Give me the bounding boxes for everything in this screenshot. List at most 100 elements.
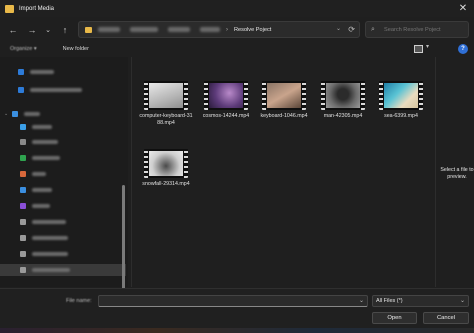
breadcrumb-current[interactable]: Resolve Poject: [234, 27, 271, 33]
sidebar-item[interactable]: [0, 184, 126, 196]
breadcrumb-blurred: [168, 27, 190, 32]
sidebar-item[interactable]: ⌄: [0, 108, 126, 120]
file-type-select[interactable]: All Files (*) ⌄: [372, 295, 469, 307]
folder-icon: [85, 26, 92, 33]
navigation-pane: ⌄: [0, 57, 128, 291]
video-thumbnail: [321, 81, 365, 110]
folder-icon: [5, 4, 14, 13]
drive-icon: [20, 219, 26, 225]
dialog-footer: File name: ⌄ All Files (*) ⌄ Open Cancel: [0, 288, 474, 333]
sidebar-item-selected[interactable]: [0, 264, 126, 276]
breadcrumb-blurred: [130, 27, 158, 32]
downloads-icon: [20, 155, 26, 161]
file-item[interactable]: keyboard-1046.mp4: [256, 81, 312, 120]
file-item[interactable]: man-42305.mp4: [315, 81, 371, 120]
sidebar-item[interactable]: [0, 152, 126, 164]
sidebar-item-label-blurred: [32, 236, 68, 240]
address-row: ← → ⌄ ↑ › Resolve Poject ⌄ ⟳ ⌕: [0, 18, 474, 42]
chevron-down-icon[interactable]: ⌄: [359, 297, 364, 304]
video-thumbnail: [144, 81, 188, 110]
sidebar-item-label-blurred: [30, 70, 54, 74]
new-folder-button[interactable]: New folder: [63, 46, 89, 52]
sidebar-item[interactable]: [0, 66, 126, 78]
sidebar-item-label-blurred: [32, 188, 52, 192]
search-icon: ⌕: [371, 25, 375, 33]
up-button[interactable]: ↑: [57, 22, 73, 38]
sidebar-item[interactable]: [0, 216, 126, 228]
command-bar: Organize ▾ New folder ▾ ?: [0, 42, 474, 56]
search-input[interactable]: [384, 26, 464, 33]
breadcrumb-separator: ›: [226, 26, 228, 33]
chevron-down-icon[interactable]: ▾: [426, 43, 429, 50]
open-button[interactable]: Open: [372, 312, 417, 324]
file-name: snowfall-29314.mp4: [142, 181, 190, 187]
file-item[interactable]: snowfall-29314.mp4: [138, 149, 194, 188]
cloud-icon: [18, 87, 24, 93]
desktop-icon: [20, 124, 26, 130]
preview-message: Select a file to preview.: [440, 167, 474, 180]
file-name: sea-6399.mp4: [384, 113, 418, 119]
sidebar-item[interactable]: [0, 168, 126, 180]
cancel-button[interactable]: Cancel: [423, 312, 469, 324]
view-options-icon[interactable]: [414, 45, 423, 53]
file-item[interactable]: cosmos-14244.mp4: [198, 81, 254, 120]
breadcrumb-blurred: [98, 27, 120, 32]
sidebar-item-label-blurred: [32, 220, 66, 224]
sidebar-item-label-blurred: [32, 125, 52, 129]
chevron-down-icon[interactable]: ⌄: [336, 25, 341, 32]
address-bar[interactable]: › Resolve Poject ⌄ ⟳: [78, 21, 360, 38]
video-thumbnail: [262, 81, 306, 110]
sidebar-item-label-blurred: [24, 112, 40, 116]
breadcrumb-blurred: [200, 27, 220, 32]
pc-icon: [12, 111, 18, 117]
sidebar-item-label-blurred: [32, 172, 46, 176]
cloud-icon: [18, 69, 24, 75]
sidebar-item[interactable]: [0, 84, 126, 96]
background-strip: [0, 328, 474, 333]
file-name: man-42305.mp4: [323, 113, 363, 119]
sidebar-item[interactable]: [0, 136, 126, 148]
file-item[interactable]: computer-keyboard-3188.mp4: [138, 81, 194, 126]
back-button[interactable]: ←: [5, 22, 21, 38]
sidebar-item-label-blurred: [32, 204, 50, 208]
drive-icon: [20, 251, 26, 257]
sidebar-item-label-blurred: [32, 252, 68, 256]
search-box[interactable]: ⌕: [365, 21, 469, 38]
file-list-pane: computer-keyboard-3188.mp4 cosmos-14244.…: [131, 57, 434, 287]
music-icon: [20, 171, 26, 177]
sidebar-item[interactable]: [0, 200, 126, 212]
forward-button[interactable]: →: [24, 22, 40, 38]
sidebar-item-label-blurred: [32, 156, 60, 160]
file-name: cosmos-14244.mp4: [202, 113, 250, 119]
drive-icon: [20, 267, 26, 273]
help-icon[interactable]: ?: [458, 44, 468, 54]
video-thumbnail: [144, 149, 188, 178]
file-item[interactable]: sea-6399.mp4: [373, 81, 429, 120]
recent-locations-button[interactable]: ⌄: [40, 22, 56, 38]
video-thumbnail: [379, 81, 423, 110]
chevron-down-icon: ⌄: [4, 111, 9, 117]
preview-pane: Select a file to preview.: [435, 57, 474, 287]
sidebar-item-label-blurred: [32, 140, 58, 144]
sidebar-item[interactable]: [0, 248, 126, 260]
chevron-down-icon: ⌄: [459, 298, 465, 304]
close-button[interactable]: ✕: [452, 0, 474, 17]
import-media-dialog: Import Media ✕ ← → ⌄ ↑ › Resolve Poject …: [0, 0, 474, 333]
file-name: keyboard-1046.mp4: [260, 113, 308, 119]
title-bar: Import Media ✕: [0, 0, 474, 17]
file-type-value: All Files (*): [376, 298, 403, 304]
file-name-field[interactable]: ⌄: [98, 295, 368, 307]
sidebar-item[interactable]: [0, 232, 126, 244]
documents-icon: [20, 139, 26, 145]
sidebar-item-label-blurred: [30, 88, 82, 92]
organize-button[interactable]: Organize ▾: [10, 46, 37, 52]
window-title: Import Media: [19, 5, 55, 12]
video-thumbnail: [204, 81, 248, 110]
sidebar-item-label-blurred: [32, 268, 70, 272]
refresh-icon[interactable]: ⟳: [348, 25, 355, 34]
sidebar-scrollbar[interactable]: [122, 185, 125, 291]
drive-icon: [20, 235, 26, 241]
file-name: computer-keyboard-3188.mp4: [139, 113, 193, 126]
sidebar-item[interactable]: [0, 121, 126, 133]
file-name-label: File name:: [66, 298, 92, 304]
